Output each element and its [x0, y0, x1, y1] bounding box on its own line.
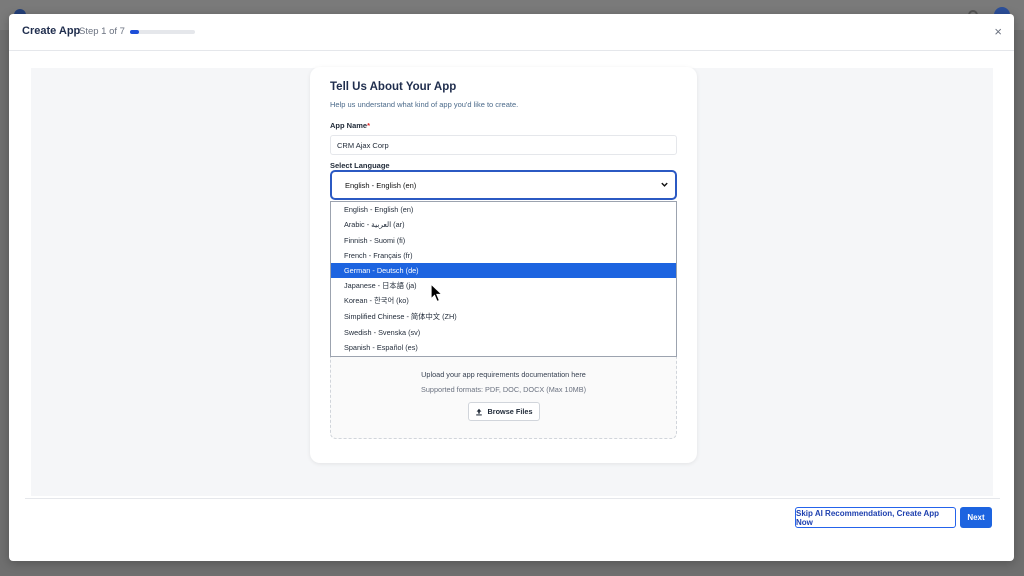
required-mark: * — [367, 121, 371, 130]
upload-icon — [476, 408, 483, 415]
browse-files-button[interactable]: Browse Files — [468, 402, 540, 421]
skip-ai-recommendation-button[interactable]: Skip AI Recommendation, Create App Now — [795, 507, 956, 528]
card-title: Tell Us About Your App — [330, 81, 457, 93]
chevron-down-icon — [661, 182, 668, 187]
language-option[interactable]: Finnish - Suomi (fi) — [331, 233, 676, 248]
footer-divider — [25, 498, 1000, 499]
modal-title: Create App — [22, 25, 81, 37]
language-option[interactable]: Simplified Chinese - 简体中文 (ZH) — [331, 309, 676, 324]
app-info-card: Tell Us About Your App Help us understan… — [310, 67, 697, 463]
language-label: Select Language — [330, 161, 390, 170]
upload-formats: Supported formats: PDF, DOC, DOCX (Max 1… — [420, 385, 587, 394]
upload-dropzone[interactable]: Upload your app requirements documentati… — [330, 357, 677, 439]
step-indicator: Step 1 of 7 — [79, 26, 125, 37]
browse-files-label: Browse Files — [487, 407, 533, 416]
card-subtitle: Help us understand what kind of app you'… — [330, 100, 519, 109]
app-name-label-text: App Name — [330, 121, 368, 130]
language-option[interactable]: German - Deutsch (de) — [331, 263, 676, 279]
step-progress-fill — [130, 30, 140, 34]
app-name-input[interactable]: CRM Ajax Corp — [330, 135, 677, 155]
language-option[interactable]: Arabic - العربية (ar) — [331, 217, 676, 232]
language-option[interactable]: Korean - 한국어 (ko) — [331, 294, 676, 309]
upload-instructions: Upload your app requirements documentati… — [421, 370, 586, 379]
language-select[interactable]: English - English (en) — [330, 170, 677, 200]
step-progress-bar — [130, 30, 195, 34]
mouse-cursor-icon — [430, 283, 444, 303]
language-option[interactable]: French - Français (fr) — [331, 248, 676, 263]
language-option[interactable]: Swedish - Svenska (sv) — [331, 324, 676, 339]
next-button[interactable]: Next — [960, 507, 992, 528]
language-dropdown-list: English - English (en) Arabic - العربية (… — [330, 201, 677, 357]
language-option[interactable]: English - English (en) — [331, 202, 676, 217]
language-option[interactable]: Japanese - 日本語 (ja) — [331, 278, 676, 293]
language-option[interactable]: Spanish - Español (es) — [331, 340, 676, 355]
app-name-label: App Name* — [330, 121, 370, 130]
language-selected-value: English - English (en) — [345, 180, 417, 190]
modal-header: Create App Step 1 of 7 × — [9, 14, 1014, 51]
close-button[interactable]: × — [994, 24, 1002, 39]
